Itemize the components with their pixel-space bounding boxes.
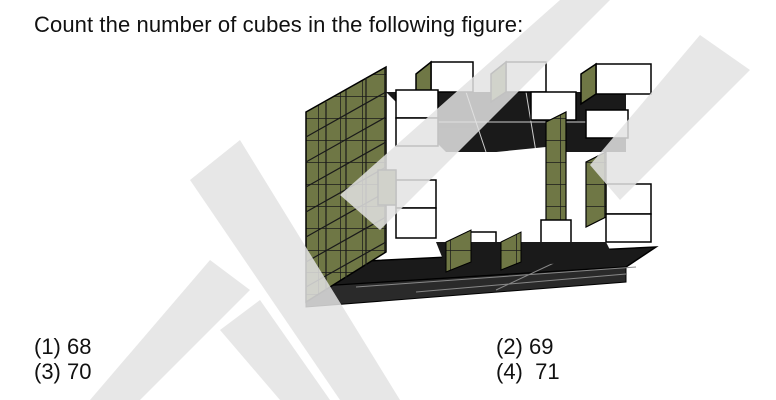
cube-structure-figure <box>305 60 659 308</box>
center-hole <box>446 147 546 242</box>
question-text: Count the number of cubes in the followi… <box>34 12 524 37</box>
option-4[interactable]: (4) 71 <box>496 360 560 384</box>
option-3[interactable]: (3) 70 <box>34 360 91 384</box>
option-2[interactable]: (2) 69 <box>496 335 553 359</box>
option-1[interactable]: (1) 68 <box>34 335 91 359</box>
